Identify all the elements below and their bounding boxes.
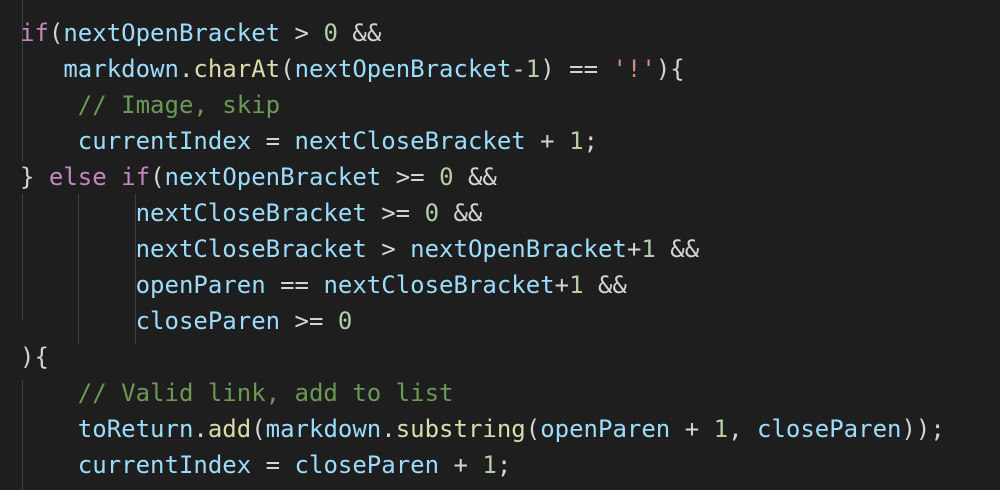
code-token: nextCloseBracket xyxy=(294,127,526,155)
code-token: substring xyxy=(395,415,526,443)
code-token: + xyxy=(670,415,714,443)
code-token: ( xyxy=(525,415,541,443)
code-line[interactable]: closeParen >= 0 xyxy=(20,303,353,339)
code-token: , xyxy=(728,415,757,443)
code-token: && xyxy=(583,271,627,299)
code-token: nextOpenBracket xyxy=(164,163,382,191)
code-token: currentIndex xyxy=(77,451,252,479)
code-token: nextCloseBracket xyxy=(323,271,555,299)
indent-spaces xyxy=(20,91,78,119)
indent-spaces xyxy=(20,451,78,479)
code-token: closeParen xyxy=(756,415,902,443)
code-token: . xyxy=(193,415,208,443)
code-token: markdown xyxy=(63,55,179,83)
code-token: else xyxy=(48,163,107,191)
code-token: '!' xyxy=(612,55,656,83)
code-line[interactable]: currentIndex = nextCloseBracket + 1; xyxy=(20,123,598,159)
code-token: ( xyxy=(280,55,295,83)
code-token: 1 xyxy=(569,127,584,155)
code-line[interactable]: // Valid link, add to list xyxy=(20,375,454,411)
code-token: currentIndex xyxy=(77,127,252,155)
code-token: && xyxy=(439,199,483,227)
code-token: >= xyxy=(381,163,440,191)
code-token: 0 xyxy=(337,307,353,335)
code-token: . xyxy=(381,415,396,443)
code-token: 0 xyxy=(323,19,338,47)
code-token: 1 xyxy=(482,451,497,479)
code-line[interactable]: markdown.charAt(nextOpenBracket-1) == '!… xyxy=(20,51,685,87)
code-line[interactable]: currentIndex = closeParen + 1; xyxy=(20,447,512,483)
code-token: = xyxy=(251,451,295,479)
code-token: } xyxy=(20,163,49,191)
code-token: markdown xyxy=(265,415,382,443)
code-token: nextOpenBracket xyxy=(294,55,512,83)
code-token: nextOpenBracket xyxy=(410,235,627,263)
code-token: if xyxy=(20,19,49,47)
indent-spaces xyxy=(20,55,63,83)
code-line[interactable]: nextCloseBracket > nextOpenBracket+1 && xyxy=(20,231,700,267)
code-token: add xyxy=(207,415,252,443)
code-token: . xyxy=(178,55,194,83)
code-token: ){ xyxy=(655,55,685,83)
indent-spaces xyxy=(20,199,136,227)
code-token: toReturn xyxy=(77,415,194,443)
code-token: ( xyxy=(251,415,266,443)
code-token: closeParen xyxy=(135,307,281,335)
code-token: >= xyxy=(366,199,425,227)
code-token: 1 xyxy=(713,415,729,443)
code-token: 0 xyxy=(424,199,440,227)
code-token: ( xyxy=(150,163,165,191)
code-token: nextOpenBracket xyxy=(63,19,281,47)
code-token: 1 xyxy=(569,271,584,299)
indent-spaces xyxy=(20,307,136,335)
indent-spaces xyxy=(20,271,136,299)
code-token: ; xyxy=(583,127,598,155)
code-token: openParen xyxy=(135,271,266,299)
code-token: 1 xyxy=(641,235,656,263)
indent-spaces xyxy=(20,235,136,263)
code-token: ) == xyxy=(540,55,613,83)
code-line[interactable]: // Image, skip xyxy=(20,87,280,123)
code-token: closeParen xyxy=(294,451,440,479)
code-line[interactable]: } else if(nextOpenBracket >= 0 && xyxy=(20,159,497,195)
code-token: ( xyxy=(48,19,64,47)
code-token: if xyxy=(121,163,151,191)
code-token: > xyxy=(366,235,411,263)
code-token: nextCloseBracket xyxy=(135,199,367,227)
indent-spaces xyxy=(20,379,78,407)
code-token: 1 xyxy=(525,55,541,83)
code-token: && xyxy=(453,163,497,191)
code-token: ){ xyxy=(20,343,49,371)
code-token: openParen xyxy=(540,415,671,443)
code-token: + xyxy=(525,127,570,155)
code-token: && xyxy=(337,19,382,47)
code-line[interactable]: openParen == nextCloseBracket+1 && xyxy=(20,267,627,303)
code-editor[interactable]: if(nextOpenBracket > 0 && markdown.charA… xyxy=(0,0,1000,490)
code-token: == xyxy=(265,271,324,299)
code-line[interactable]: nextCloseBracket >= 0 && xyxy=(20,195,483,231)
code-token: = xyxy=(251,127,295,155)
code-token: >= xyxy=(280,307,338,335)
code-token: 0 xyxy=(439,163,454,191)
code-token: && xyxy=(655,235,700,263)
code-token: // Image, skip xyxy=(77,91,281,119)
code-token: // Valid link, add to list xyxy=(77,379,454,407)
code-token: ; xyxy=(496,451,512,479)
code-token: > xyxy=(280,19,324,47)
code-line[interactable]: if(nextOpenBracket > 0 && xyxy=(20,15,381,51)
code-line[interactable]: toReturn.add(markdown.substring(openPare… xyxy=(20,411,945,447)
indent-spaces xyxy=(20,415,78,443)
indent-spaces xyxy=(20,127,78,155)
code-token: + xyxy=(554,271,570,299)
code-token: nextCloseBracket xyxy=(135,235,367,263)
code-token: - xyxy=(511,55,526,83)
code-token: )); xyxy=(901,415,945,443)
code-line[interactable]: ){ xyxy=(20,339,49,375)
code-token: + xyxy=(439,451,483,479)
code-token: charAt xyxy=(193,55,281,83)
code-token: + xyxy=(626,235,642,263)
